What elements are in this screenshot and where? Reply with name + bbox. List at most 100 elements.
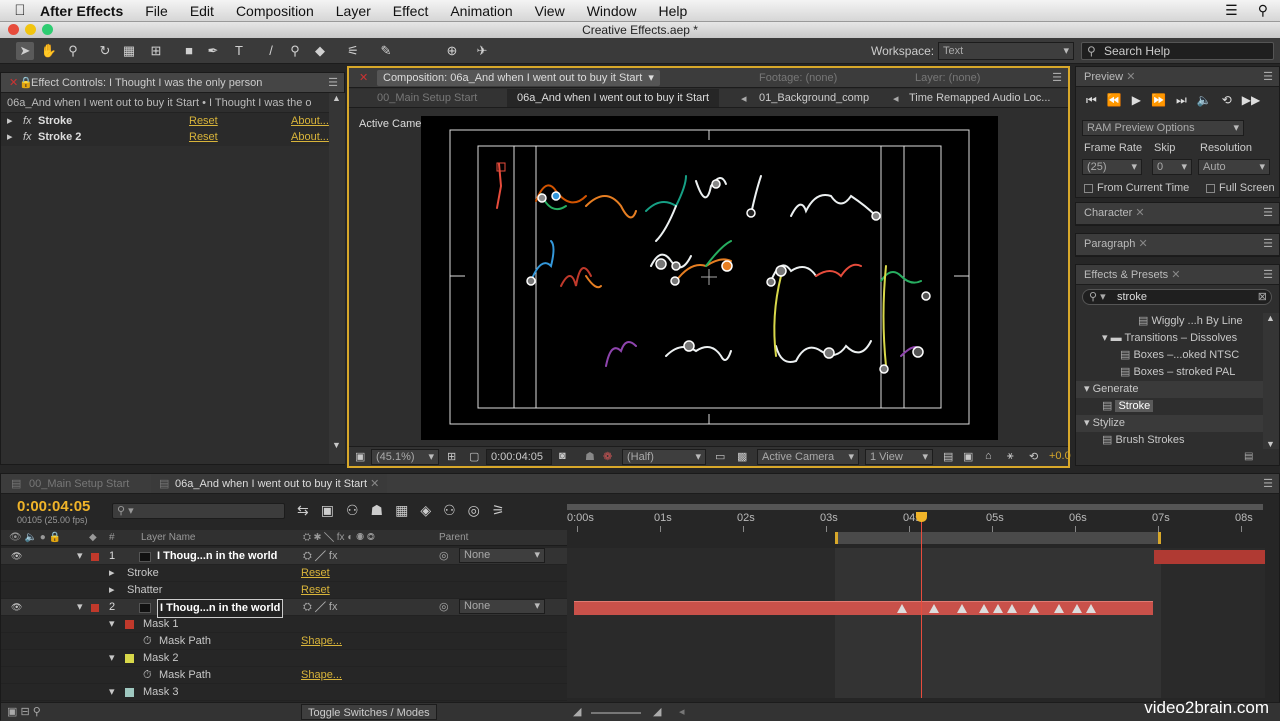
timeline-search-input[interactable]: ⚲ ▾ [112,503,285,519]
scroll-down-icon[interactable]: ▼ [1266,439,1275,449]
video-eye-icon[interactable]: 👁 [11,548,22,565]
menu-help[interactable]: Help [659,3,688,19]
app-menu[interactable]: After Effects [40,3,123,19]
reset-link[interactable]: Reset [189,113,218,129]
expand-triangle-icon[interactable]: ▸ [7,129,13,146]
snapshot-camera-icon[interactable]: ◙ [559,450,566,462]
parent-select[interactable]: None [459,548,545,563]
timeline-timecode[interactable]: 0:00:04:05 [17,498,90,515]
about-link[interactable]: About... [291,129,329,146]
show-channel-icon[interactable]: ❁ [603,450,612,463]
camera-tool-icon[interactable]: ▦ [120,42,138,60]
comp-mini-flowchart-icon[interactable]: ⇆ [297,502,309,519]
stopwatch-icon[interactable]: ⏱ [143,633,152,650]
workspace-select[interactable]: Text [938,42,1074,60]
disclosure-triangle-icon[interactable]: ▾ [1102,332,1108,344]
apple-icon[interactable]:  [0,2,40,19]
menu-composition[interactable]: Composition [236,3,314,19]
disclosure-triangle-icon[interactable]: ▾ [1084,383,1090,395]
always-preview-icon[interactable]: ▣ [355,450,365,463]
minimize-window-button[interactable] [25,24,36,35]
layer-row[interactable]: 👁 ▾ 2 I Thoug...n in the world ⛭ ╱ fx ◎ None [1,599,567,618]
expand-triangle-icon[interactable]: ▾ [109,650,115,667]
layer-name-header[interactable]: Layer Name [141,530,195,546]
timeline-tab-active[interactable]: ▤ 06a_And when I went out to buy it Star… [151,474,388,493]
menu-extras-icon[interactable]: ☰ [1225,2,1238,19]
next-frame-icon[interactable]: ⏩ [1151,93,1166,108]
ram-preview-options-select[interactable]: RAM Preview Options [1082,120,1244,136]
close-tab-icon[interactable]: ✕ [1126,71,1135,83]
scroll-up-icon[interactable]: ▲ [332,93,341,103]
rectangle-tool-icon[interactable]: ■ [180,42,198,60]
tab-footage[interactable]: Footage: (none) [759,68,837,87]
parent-header[interactable]: Parent [439,530,468,546]
property-row[interactable]: ▸ Shatter Reset [1,582,567,599]
keyframe-marker[interactable] [957,604,967,613]
scroll-down-icon[interactable]: ▼ [332,440,341,450]
menu-effect[interactable]: Effect [393,3,429,19]
flow-item[interactable]: 01_Background_comp [759,92,869,104]
property-value[interactable]: Shape... [301,667,342,684]
layer-switches[interactable]: ⛭ ╱ fx [303,548,337,565]
label-color-swatch[interactable] [91,553,99,561]
expand-triangle-icon[interactable]: ▸ [109,582,115,599]
menu-layer[interactable]: Layer [336,3,371,19]
menu-window[interactable]: Window [587,3,637,19]
panel-menu-icon[interactable]: ☰ [1263,203,1273,223]
tab-icon[interactable]: ▤ [11,474,21,493]
clear-search-icon[interactable]: ⊠ [1258,290,1267,304]
effects-presets-header[interactable]: Effects & Presets ✕ ☰ [1076,265,1279,285]
roto-brush-tool-icon[interactable]: ⚟ [344,42,362,60]
lock-icon[interactable]: 🔒 [19,73,33,92]
scrollbar[interactable]: ▲ ▼ [1263,313,1279,449]
pen-tool-icon[interactable]: ✒ [204,42,222,60]
pickwhip-icon[interactable]: ◎ [439,548,449,565]
search-help-input[interactable]: ⚲ Search Help [1081,42,1274,60]
expand-triangle-icon[interactable]: ▾ [109,616,115,633]
brush-tool-icon[interactable]: / [262,42,280,60]
expand-triangle-icon[interactable]: ▸ [109,565,115,582]
paragraph-panel[interactable]: Paragraph ✕ ☰ [1075,233,1280,257]
fx-icon[interactable]: fx [23,129,32,146]
reset-link[interactable]: Reset [301,582,330,599]
spotlight-search-icon[interactable]: ⚲ [1258,2,1268,19]
auto-keyframe-icon[interactable]: ◎ [468,502,480,519]
about-link[interactable]: About... [291,113,329,129]
world-axis-icon[interactable]: ✈ [473,42,491,60]
keyframe-marker[interactable] [979,604,989,613]
effects-tree-item[interactable]: ▤ Stroke [1076,398,1263,415]
mask-color-swatch[interactable] [125,654,134,663]
flow-item[interactable]: 00_Main Setup Start [377,92,477,104]
play-icon[interactable]: ▶ [1132,93,1141,108]
frame-blending-icon[interactable]: ☗ [371,502,384,519]
paragraph-header[interactable]: Paragraph ✕ ☰ [1076,234,1279,256]
menu-edit[interactable]: Edit [190,3,214,19]
effects-tree-item[interactable]: ▤ Wiggly ...h By Line [1076,313,1263,330]
property-row[interactable]: ▾ Mask 2 [1,650,567,667]
loop-icon[interactable]: ⟲ [1222,93,1232,108]
region-of-interest-icon[interactable]: ▭ [715,450,725,463]
effect-row-stroke-2[interactable]: ▸ fx Stroke 2 Reset About... [1,129,344,146]
flow-item[interactable]: Time Remapped Audio Loc... [909,92,1050,104]
effect-row-stroke[interactable]: ▸ fx Stroke Reset About... [1,112,344,129]
close-window-button[interactable] [8,24,19,35]
view-layout-select[interactable]: 1 View [865,449,933,465]
shy-layers-icon[interactable]: ⚇ [346,502,359,519]
menu-animation[interactable]: Animation [450,3,512,19]
video-eye-icon[interactable]: 👁 [11,599,22,616]
eraser-tool-icon[interactable]: ◆ [311,42,329,60]
clone-stamp-tool-icon[interactable]: ⚲ [286,42,304,60]
layer-switches-icon[interactable]: ▣ ⊟ ⚲ [7,705,41,718]
tab-composition[interactable]: Composition: 06a_And when I went out to … [377,70,660,86]
panel-menu-icon[interactable]: ☰ [1263,474,1273,493]
disclosure-triangle-icon[interactable]: ▾ [1084,417,1090,429]
current-time-indicator[interactable] [921,514,922,698]
scroll-left-icon[interactable]: ◂ [679,705,685,718]
keyframe-marker[interactable] [929,604,939,613]
graph-editor-icon[interactable]: ⚇ [443,502,456,519]
property-row[interactable]: ⏱ Mask Path Shape... [1,633,567,650]
layer-row[interactable]: 👁 ▾ 1 I Thoug...n in the world ⛭ ╱ fx ◎ None [1,548,567,565]
effects-tree-item[interactable]: ▾ Stylize [1076,415,1263,432]
first-frame-icon[interactable]: ⏮ [1086,93,1097,108]
close-tab-icon[interactable]: ✕ [370,478,379,490]
